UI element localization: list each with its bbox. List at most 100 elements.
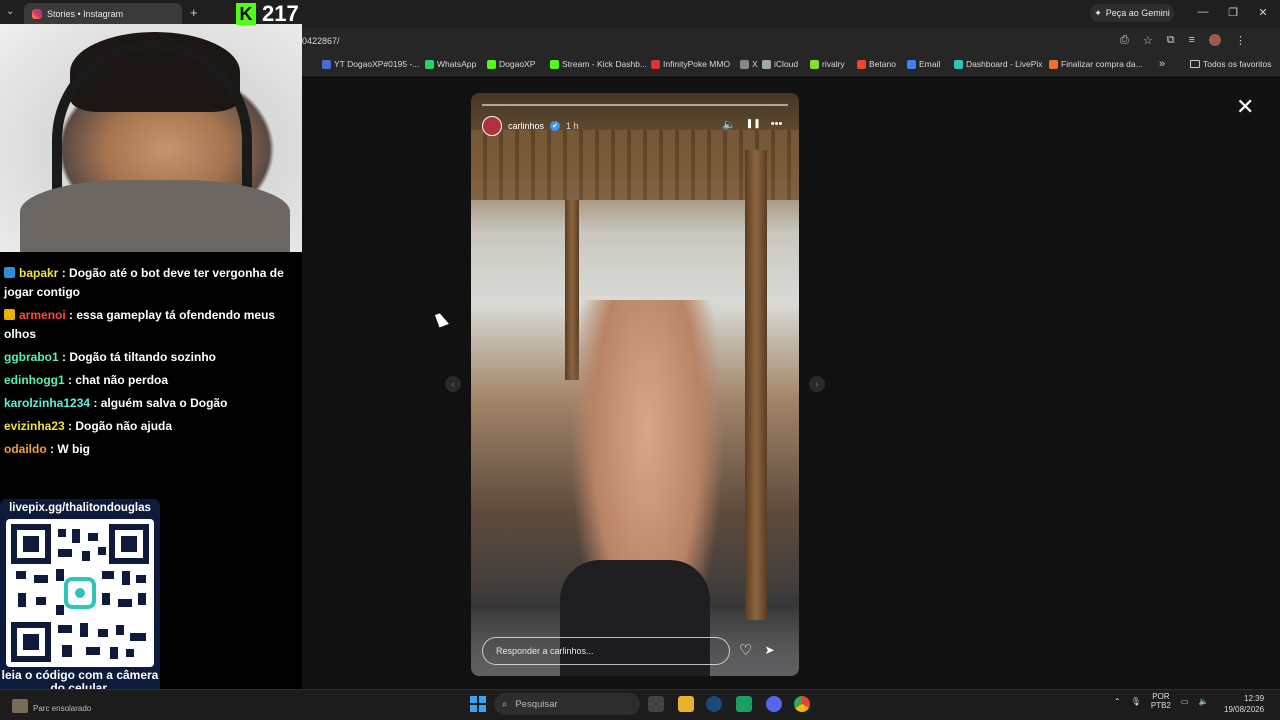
minimize-button[interactable]: — — [1193, 6, 1213, 18]
verified-icon: ✔ — [550, 121, 561, 131]
bookmark-favicon-icon — [550, 59, 559, 69]
story-author-avatar[interactable] — [482, 116, 502, 136]
bookmark-favicon-icon — [487, 59, 496, 69]
chat-message: evizinha23 : Dogão não ajuda — [4, 417, 284, 436]
task-view-icon[interactable] — [648, 696, 664, 712]
menu-icon[interactable]: ⋮ — [1235, 34, 1246, 47]
profile-avatar[interactable] — [1208, 34, 1221, 46]
discord-icon[interactable] — [766, 696, 782, 712]
story-username[interactable]: carlinhos — [508, 121, 544, 131]
kick-logo-icon: K — [236, 3, 256, 25]
ask-gemini-button[interactable]: ✦ Peça ao Gemini — [1090, 4, 1174, 22]
search-icon: ⌕ — [502, 698, 508, 710]
start-button[interactable] — [470, 696, 486, 712]
bookmark-item[interactable]: Finalizar compra da... — [1049, 59, 1143, 69]
bookmark-favicon-icon — [954, 59, 963, 69]
url-text[interactable]: 0422867/ — [302, 36, 340, 46]
bookmark-item[interactable]: Dashboard - LivePix — [954, 59, 1043, 69]
tab-instagram-stories[interactable]: Stories • Instagram — [24, 3, 182, 25]
chat-message: edinhogg1 : chat não perdoa — [4, 371, 284, 390]
weather-text[interactable]: Parc ensolarado — [33, 704, 91, 713]
taskbar-clock[interactable]: 12:39 19/08/2026 — [1224, 693, 1264, 715]
app-icon[interactable] — [736, 696, 752, 712]
bookmark-favicon-icon — [651, 59, 660, 69]
reply-actions: ♡ ➤ — [739, 641, 775, 659]
bookmark-favicon-icon — [857, 59, 866, 69]
bookmark-item[interactable]: DogaoXP — [487, 59, 535, 69]
bookmark-favicon-icon — [762, 59, 771, 69]
weather-widget-icon[interactable] — [12, 699, 28, 713]
chat-message: odaildo : W big — [4, 440, 284, 459]
bookmark-label: Dashboard - LivePix — [966, 59, 1043, 69]
next-story-button[interactable]: › — [809, 376, 825, 392]
chat-badge-icon — [4, 309, 15, 320]
bookmark-item[interactable]: InfinityPoke MMO — [651, 59, 730, 69]
bookmark-label: rivalry — [822, 59, 845, 69]
reply-input[interactable]: Responder a carlinhos... — [482, 637, 730, 665]
instagram-icon — [32, 9, 42, 19]
chat-text: : chat não perdoa — [68, 373, 169, 387]
bookmark-label: Betano — [869, 59, 896, 69]
bookmark-favicon-icon — [740, 59, 749, 69]
previous-story-button[interactable]: ‹ — [445, 376, 461, 392]
new-tab-button[interactable]: + — [190, 5, 198, 20]
close-icon[interactable]: ✕ — [1236, 94, 1254, 120]
microphone-icon[interactable]: 🎙 — [1131, 697, 1141, 706]
tray-chevron-icon[interactable]: ⌃ — [1114, 697, 1121, 706]
network-icon[interactable]: ▭ — [1181, 697, 1189, 706]
chat-username: evizinha23 — [4, 419, 65, 433]
bookmark-label: InfinityPoke MMO — [663, 59, 731, 69]
volume-icon[interactable]: 🔈 — [1198, 697, 1208, 706]
story-header: carlinhos ✔ 1 h — [482, 116, 579, 136]
all-favorites-folder[interactable]: Todos os favoritos — [1190, 59, 1272, 69]
chat-username: odaildo — [4, 442, 47, 456]
qr-code — [6, 519, 154, 667]
tab-list-chevron-icon[interactable]: ⌄ — [6, 6, 14, 17]
chat-message: karolzinha1234 : alguém salva o Dogão — [4, 394, 284, 413]
language-indicator[interactable]: POR PTB2 — [1151, 692, 1171, 710]
bookmark-item[interactable]: iCloud — [762, 59, 798, 69]
more-options-icon[interactable]: ••• — [771, 118, 783, 131]
clock-date: 19/08/2026 — [1224, 705, 1265, 714]
gemini-label: Peça ao Gemini — [1105, 8, 1170, 18]
bookmark-label: Email — [919, 59, 941, 69]
file-explorer-icon[interactable] — [678, 696, 694, 712]
bookmark-item[interactable]: X — [740, 59, 758, 69]
folder-icon — [1190, 60, 1200, 68]
livepix-url: livepix.gg/thalitondouglas — [9, 502, 151, 514]
story-progress-bar — [482, 104, 788, 106]
qr-code-graphic — [11, 524, 149, 662]
send-icon[interactable]: ➤ — [764, 643, 774, 659]
bookmark-item[interactable]: WhatsApp — [425, 59, 476, 69]
chat-username: edinhogg1 — [4, 373, 65, 387]
chat-text: : W big — [50, 442, 90, 456]
bookmark-item[interactable]: Stream - Kick Dashb... — [550, 59, 647, 69]
maximize-button[interactable]: ❐ — [1223, 6, 1243, 19]
chat-username: armenoi — [19, 308, 66, 322]
chat-text: : Dogão não ajuda — [68, 419, 173, 433]
extensions-icon[interactable]: ⧉ — [1167, 34, 1175, 47]
bookmarks-overflow-button[interactable]: » — [1159, 58, 1165, 70]
chat-username: ggbrabo1 — [4, 350, 59, 364]
install-app-icon[interactable]: ⎙ — [1120, 34, 1129, 47]
chrome-icon[interactable] — [794, 696, 810, 712]
bookmark-label: WhatsApp — [437, 59, 477, 69]
bookmark-label: Stream - Kick Dashb... — [562, 59, 648, 69]
bookmark-item[interactable]: Email — [907, 59, 940, 69]
bookmark-item[interactable]: rivalry — [810, 59, 845, 69]
bookmark-label: X — [752, 59, 758, 69]
steam-icon[interactable] — [706, 696, 722, 712]
bookmark-label: iCloud — [774, 59, 799, 69]
window-close-button[interactable]: ✕ — [1253, 6, 1273, 19]
chat-text: : alguém salva o Dogão — [93, 396, 228, 410]
heart-icon[interactable]: ♡ — [739, 641, 752, 659]
bookmark-item[interactable]: Betano — [857, 59, 896, 69]
bookmark-item[interactable]: YT DogaoXP#0195 -... — [322, 59, 419, 69]
pause-icon[interactable]: ❚❚ — [746, 118, 761, 131]
bookmark-star-icon[interactable]: ☆ — [1143, 34, 1153, 47]
bookmark-favicon-icon — [907, 59, 916, 69]
media-controls-icon[interactable]: ≡ — [1189, 34, 1195, 47]
mute-icon[interactable]: 🔈 — [722, 118, 736, 131]
taskbar-search[interactable]: ⌕ Pesquisar — [494, 693, 640, 715]
bookmark-label: DogaoXP — [499, 59, 536, 69]
